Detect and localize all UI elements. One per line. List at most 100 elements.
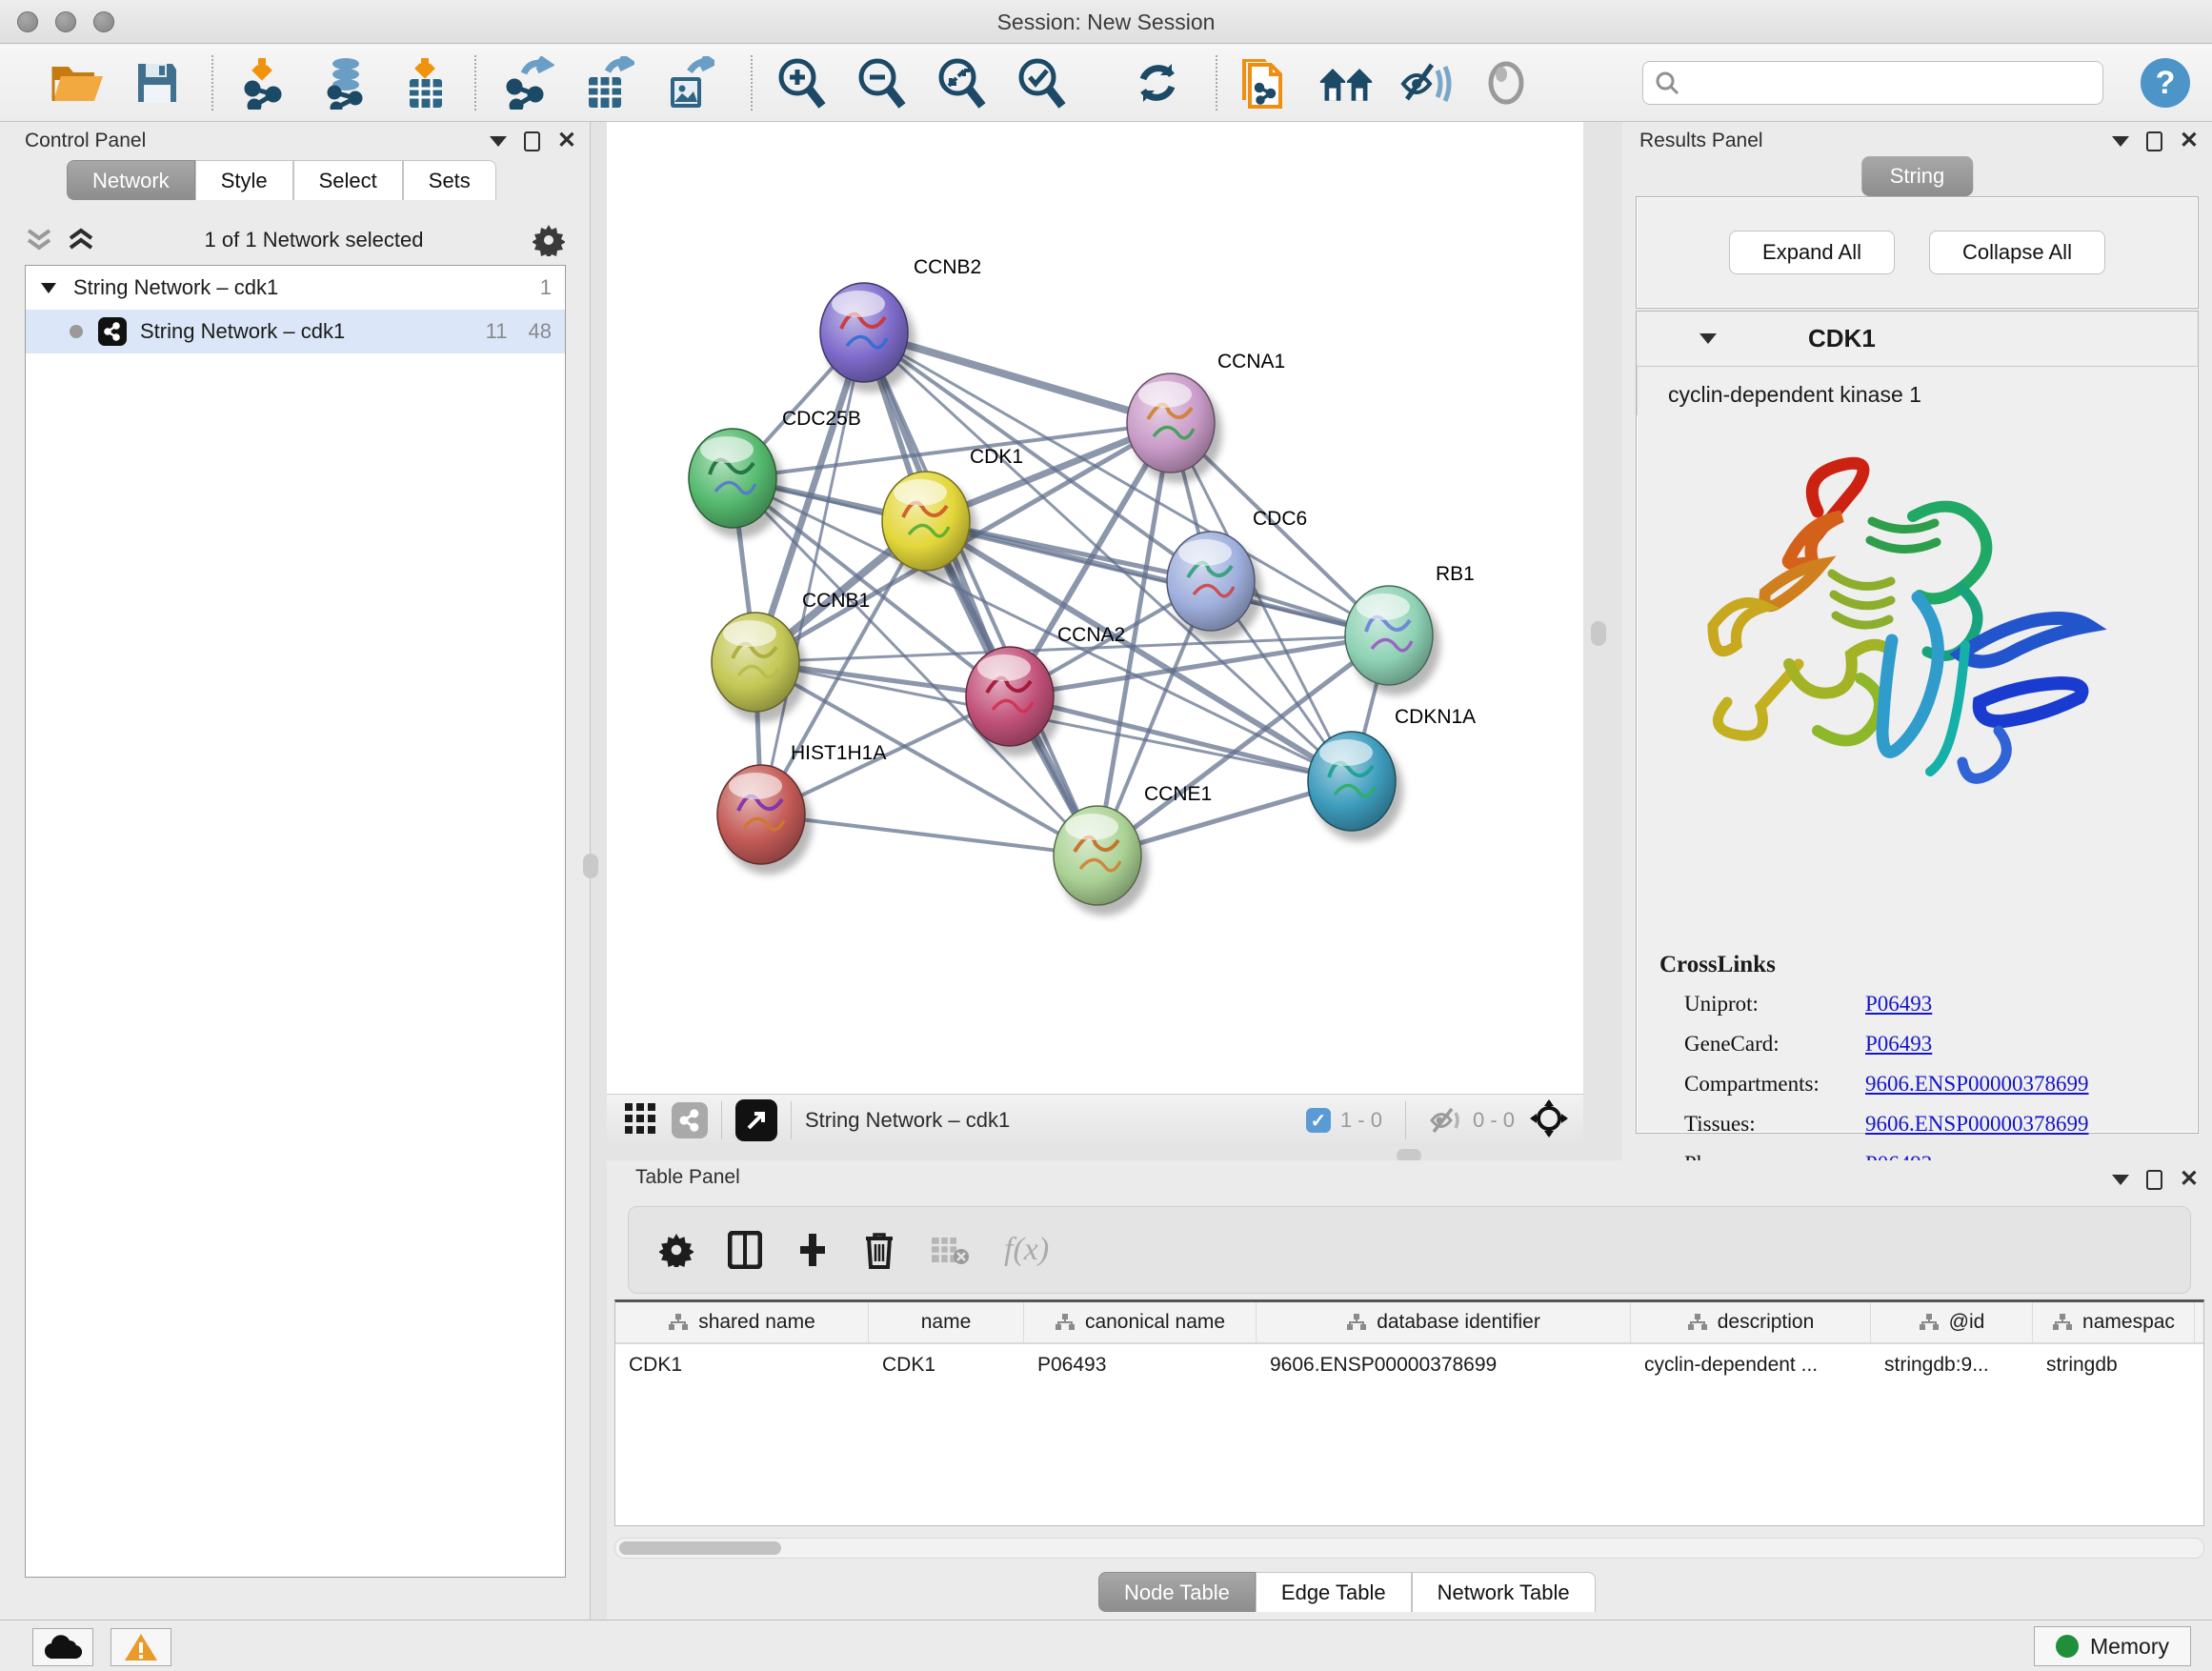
refresh-icon[interactable] — [1130, 55, 1185, 111]
crosslink-label: Tissues: — [1684, 1112, 1865, 1137]
crosshair-icon[interactable] — [1530, 1099, 1568, 1142]
results-panel-title: Results Panel — [1639, 130, 1763, 152]
zoom-in-icon[interactable] — [774, 55, 829, 111]
column-header-@id[interactable]: @id — [1871, 1302, 2033, 1342]
import-network-file-icon[interactable] — [238, 55, 293, 111]
export-image-icon[interactable] — [661, 55, 716, 111]
expand-all-button[interactable]: Expand All — [1729, 231, 1895, 274]
network-node-ccne1[interactable] — [1054, 806, 1149, 916]
inspect-eye-icon[interactable] — [1478, 55, 1534, 111]
zoom-selected-icon[interactable] — [1014, 55, 1069, 111]
right-splitter-handle[interactable] — [1591, 621, 1606, 646]
string-share-icon[interactable] — [672, 1102, 708, 1138]
import-network-database-icon[interactable] — [318, 55, 373, 111]
zoom-fit-icon[interactable] — [934, 55, 989, 111]
left-splitter-handle[interactable] — [583, 854, 598, 878]
import-table-icon[interactable] — [398, 55, 453, 111]
close-panel-icon[interactable]: ✕ — [2180, 130, 2199, 152]
node-label-cdkn1a: CDKN1A — [1395, 706, 1476, 728]
disclosure-triangle-icon[interactable] — [39, 280, 58, 295]
open-session-icon[interactable] — [50, 55, 105, 111]
network-node-ccnb2[interactable] — [820, 283, 915, 393]
network-status-dot — [70, 325, 83, 338]
tab-network-table[interactable]: Network Table — [1412, 1572, 1596, 1612]
hidden-eye-icon[interactable] — [1429, 1106, 1463, 1135]
collection-count: 1 — [540, 275, 552, 300]
column-header-canonical-name[interactable]: canonical name — [1024, 1302, 1257, 1342]
table-cell[interactable]: cyclin-dependent ... — [1631, 1344, 1871, 1386]
panel-menu-icon[interactable] — [2112, 136, 2129, 147]
column-header-namespac[interactable]: namespac — [2033, 1302, 2195, 1342]
add-column-icon[interactable] — [796, 1232, 829, 1268]
tab-node-table[interactable]: Node Table — [1098, 1572, 1256, 1612]
panel-menu-icon[interactable] — [2112, 1175, 2129, 1185]
crosslink-label: GeneCard: — [1684, 1032, 1865, 1057]
crosslink-tissues-link[interactable]: 9606.ENSP00000378699 — [1865, 1112, 2089, 1137]
network-node-cdc25b[interactable] — [689, 429, 784, 538]
table-cell[interactable]: stringdb — [2033, 1344, 2195, 1386]
column-header-description[interactable]: description — [1631, 1302, 1871, 1342]
network-node-ccna2[interactable] — [966, 647, 1061, 756]
network-node-rb1[interactable] — [1345, 586, 1440, 695]
table-cell[interactable]: P06493 — [1024, 1344, 1257, 1386]
table-cell[interactable]: stringdb:9... — [1871, 1344, 2033, 1386]
crosslink-uniprot-link[interactable]: P06493 — [1865, 992, 1932, 1017]
collapse-all-button[interactable]: Collapse All — [1929, 231, 2105, 274]
cloud-button[interactable] — [32, 1628, 93, 1666]
tab-string[interactable]: String — [1861, 156, 1973, 196]
tab-network[interactable]: Network — [67, 160, 195, 200]
share-document-icon[interactable] — [1238, 55, 1294, 111]
node-table[interactable]: shared namenamecanonical namedatabase id… — [614, 1299, 2204, 1526]
panel-menu-icon[interactable] — [490, 136, 507, 147]
crosslink-label: Uniprot: — [1684, 992, 1865, 1017]
tab-style[interactable]: Style — [195, 160, 293, 200]
float-panel-icon[interactable] — [2146, 1170, 2162, 1190]
column-header-name[interactable]: name — [869, 1302, 1024, 1342]
network-node-hist1h1a[interactable] — [717, 765, 813, 875]
delete-column-icon[interactable] — [863, 1231, 895, 1269]
column-header-database-identifier[interactable]: database identifier — [1257, 1302, 1631, 1342]
save-session-icon[interactable] — [130, 55, 185, 111]
network-node-cdk1[interactable] — [882, 472, 977, 581]
float-panel-icon[interactable] — [2146, 131, 2162, 151]
crosslink-compartments-link[interactable]: 9606.ENSP00000378699 — [1865, 1072, 2089, 1097]
network-node-ccna1[interactable] — [1127, 373, 1222, 483]
help-icon[interactable]: ? — [2138, 55, 2193, 111]
zoom-out-icon[interactable] — [854, 55, 909, 111]
column-header-shared-name[interactable]: shared name — [615, 1302, 869, 1342]
tab-edge-table[interactable]: Edge Table — [1256, 1572, 1412, 1612]
collapse-all-icon[interactable] — [25, 227, 53, 253]
network-row[interactable]: String Network – cdk1 11 48 — [26, 310, 565, 353]
warning-button[interactable] — [111, 1628, 171, 1666]
entry-disclosure-icon[interactable] — [1699, 333, 1717, 344]
search-input[interactable] — [1689, 71, 2091, 94]
crosslink-genecard-link[interactable]: P06493 — [1865, 1032, 1932, 1057]
node-label-ccne1: CCNE1 — [1144, 783, 1212, 805]
memory-button[interactable]: Memory — [2034, 1626, 2191, 1666]
string-home-icon[interactable] — [1318, 55, 1374, 111]
table-cell[interactable]: 9606.ENSP00000378699 — [1257, 1344, 1631, 1386]
network-canvas[interactable]: CCNB2CCNA1CDC25BCDK1CDC6RB1CCNB1CCNA2CDK… — [607, 122, 1583, 1094]
network-collection-row[interactable]: String Network – cdk1 1 — [26, 266, 565, 310]
table-settings-gear-icon[interactable] — [659, 1233, 694, 1267]
table-cell[interactable]: CDK1 — [615, 1344, 869, 1386]
protein-structure-image — [1675, 426, 2122, 836]
grid-view-icon[interactable] — [624, 1102, 656, 1139]
export-table-icon[interactable] — [581, 55, 636, 111]
tab-select[interactable]: Select — [293, 160, 403, 200]
hide-panel-eye-icon[interactable] — [1398, 55, 1454, 111]
show-columns-icon[interactable] — [728, 1231, 762, 1269]
table-cell[interactable]: CDK1 — [869, 1344, 1024, 1386]
table-horizontal-scrollbar[interactable] — [614, 1538, 2204, 1559]
export-network-icon[interactable] — [501, 55, 556, 111]
selected-checkbox-icon[interactable]: ✓ — [1306, 1108, 1331, 1133]
close-panel-icon[interactable]: ✕ — [557, 130, 576, 152]
network-node-cdkn1a[interactable] — [1308, 732, 1403, 841]
open-detached-icon[interactable] — [735, 1099, 777, 1141]
expand-all-icon[interactable] — [67, 227, 95, 253]
close-panel-icon[interactable]: ✕ — [2180, 1168, 2199, 1191]
gear-icon[interactable] — [533, 224, 565, 256]
window-title: Session: New Session — [0, 10, 2212, 35]
tab-sets[interactable]: Sets — [403, 160, 496, 200]
float-panel-icon[interactable] — [524, 131, 540, 151]
